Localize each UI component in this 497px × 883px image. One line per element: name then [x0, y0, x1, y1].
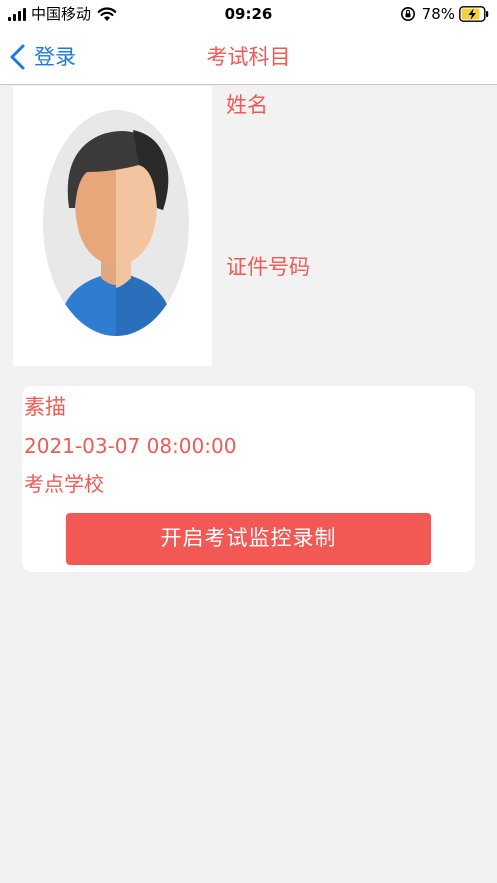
rotation-lock-icon	[400, 7, 415, 21]
start-monitoring-button[interactable]: 开启考试监控录制	[66, 513, 431, 565]
exam-subject: 素描	[24, 395, 66, 419]
status-bar: 中国移动 09:26 78%	[0, 0, 497, 30]
name-label: 姓名	[226, 93, 268, 117]
id-number-label: 证件号码	[226, 255, 310, 279]
exam-time: 2021-03-07 08:00:00	[24, 434, 237, 458]
exam-card: 素描 2021-03-07 08:00:00 考点学校 开启考试监控录制	[22, 386, 475, 572]
avatar-icon	[43, 110, 189, 336]
status-right: 78%	[400, 5, 489, 23]
page-title: 考试科目	[206, 45, 291, 69]
screen: 中国移动 09:26 78% 登录 考试科目 姓名 证件号码 素描 2021-0…	[0, 0, 497, 883]
profile-photo	[13, 86, 212, 366]
battery-charging-icon	[459, 6, 489, 22]
nav-bar: 登录 考试科目	[0, 30, 497, 85]
battery-percent: 78%	[421, 5, 455, 23]
exam-site: 考点学校	[24, 472, 104, 496]
